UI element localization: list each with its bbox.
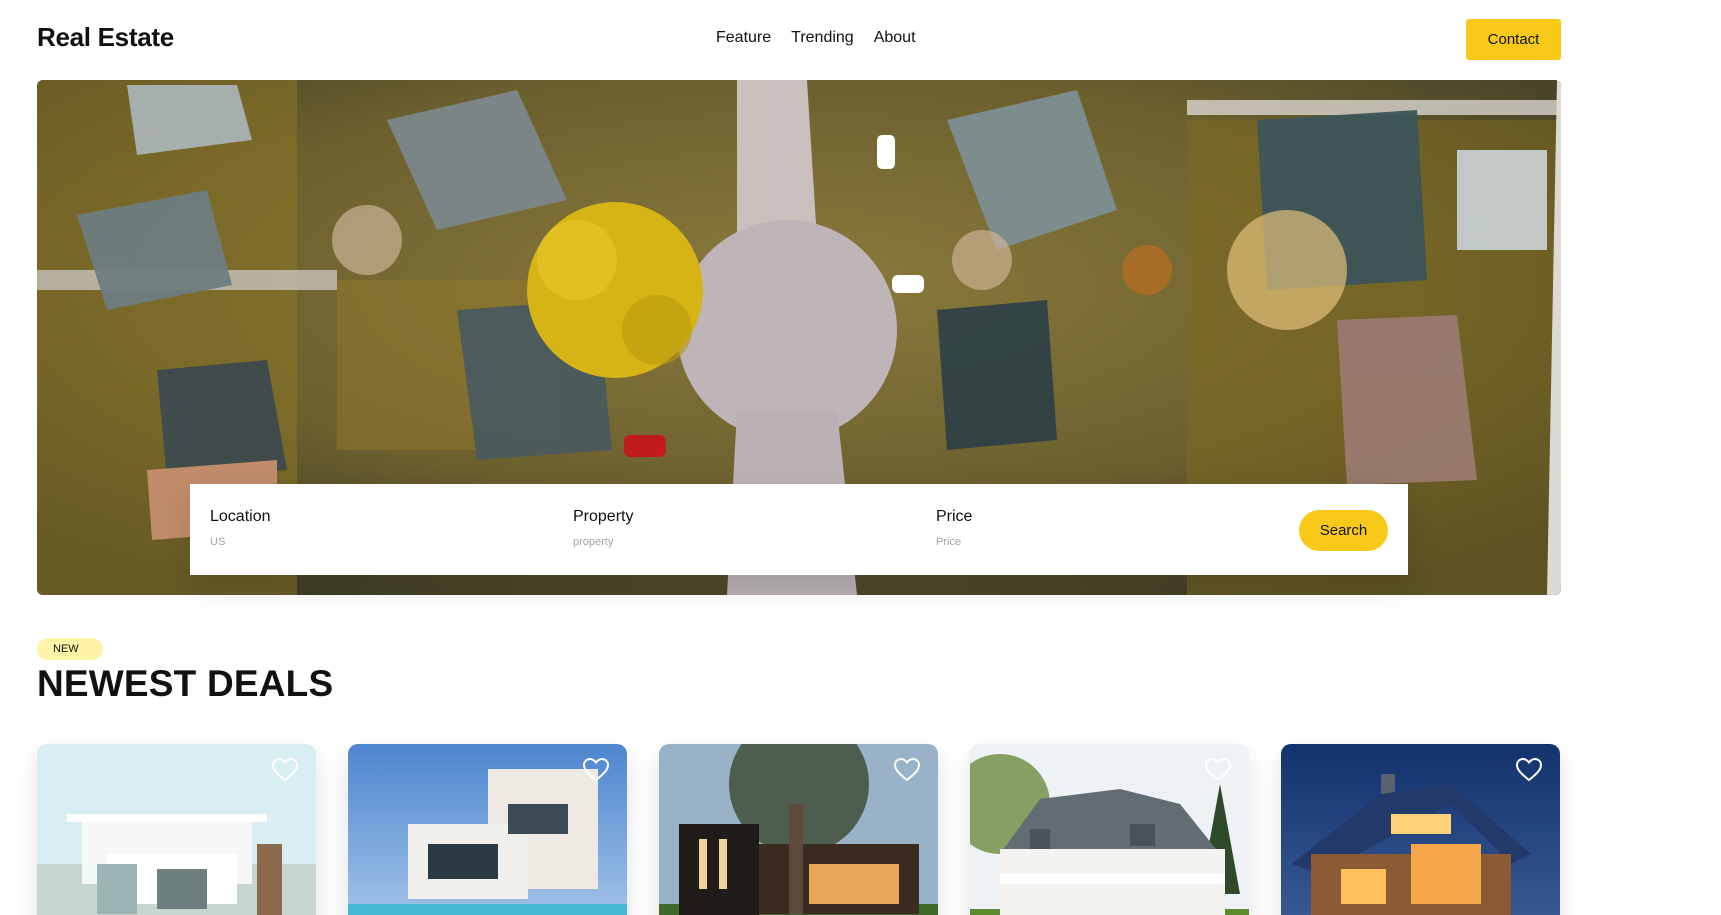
site-header: Real Estate Feature Trending About Conta… [0, 0, 1721, 80]
nav-link-trending[interactable]: Trending [791, 29, 854, 47]
heart-icon[interactable] [1516, 758, 1542, 782]
deal-card[interactable] [659, 744, 938, 915]
price-field: Price [936, 508, 1136, 548]
heart-icon[interactable] [894, 758, 920, 782]
deal-card[interactable] [37, 744, 316, 915]
heart-icon[interactable] [583, 758, 609, 782]
deal-card[interactable] [348, 744, 627, 915]
location-label: Location [210, 508, 271, 525]
contact-button[interactable]: Contact [1466, 19, 1561, 60]
heart-icon[interactable] [1205, 758, 1231, 782]
site-logo[interactable]: Real Estate [37, 22, 174, 53]
location-field: Location [210, 508, 410, 548]
price-input[interactable] [936, 536, 1136, 548]
property-input[interactable] [573, 536, 773, 548]
main-nav: Feature Trending About [716, 29, 916, 47]
deal-card[interactable] [1281, 744, 1560, 915]
nav-link-about[interactable]: About [874, 29, 916, 47]
heart-icon[interactable] [272, 758, 298, 782]
property-field: Property [573, 508, 773, 548]
new-badge: NEW [37, 638, 103, 660]
deal-card[interactable] [970, 744, 1249, 915]
section-title: NEWEST DEALS [37, 663, 334, 704]
nav-link-feature[interactable]: Feature [716, 29, 771, 47]
property-search-bar: Location Property Price Search [190, 484, 1408, 575]
location-input[interactable] [210, 536, 410, 548]
deals-card-list [37, 744, 1561, 915]
search-button[interactable]: Search [1299, 510, 1388, 551]
property-label: Property [573, 508, 634, 525]
price-label: Price [936, 508, 973, 525]
